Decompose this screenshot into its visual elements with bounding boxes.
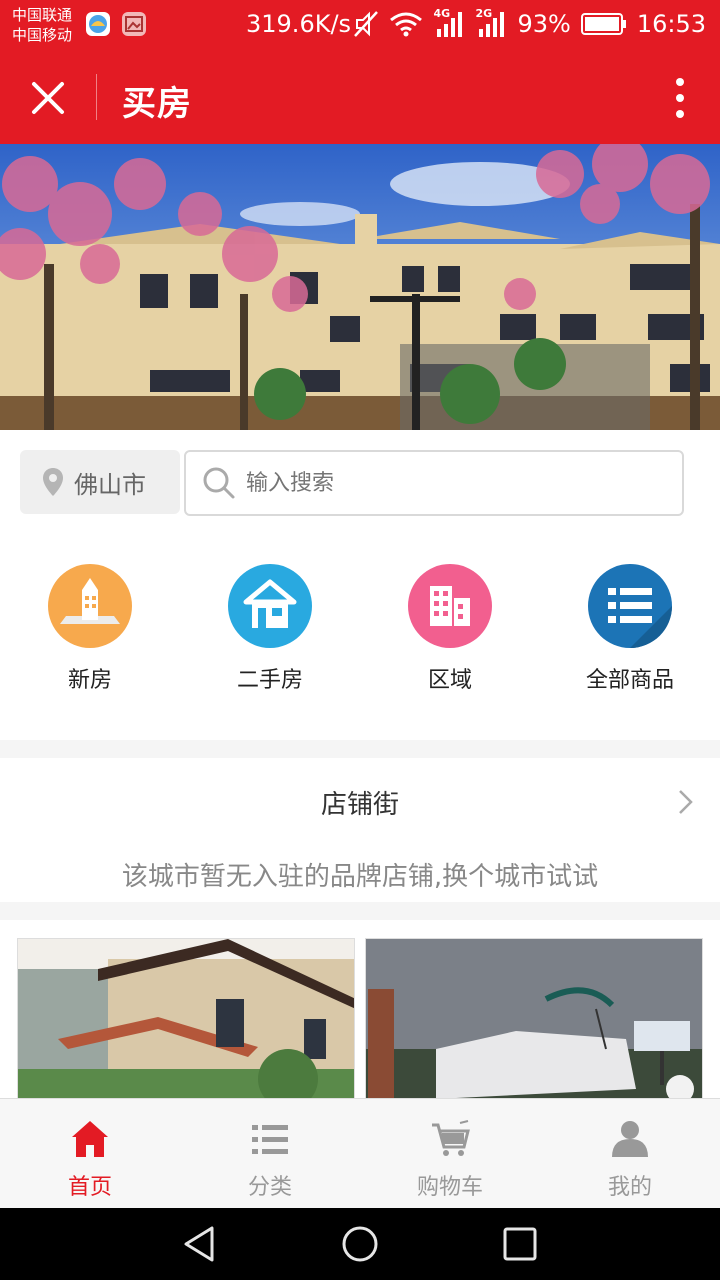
battery-icon	[580, 12, 627, 36]
tab-label: 购物车	[416, 1175, 483, 1200]
shop-street-section: 店铺街 该城市暂无入驻的品牌店铺,换个城市试试	[0, 758, 720, 902]
page-title: 买房	[122, 84, 192, 124]
location-pin-icon	[43, 468, 63, 496]
tab-label: 我的	[607, 1175, 652, 1200]
tab-label: 分类	[247, 1175, 292, 1200]
clock: 16:53	[636, 10, 706, 38]
home-circle-icon[interactable]	[340, 1224, 380, 1264]
quick-entry-label: 二手房	[236, 668, 303, 693]
property-card[interactable]	[365, 938, 703, 1100]
tab-cart[interactable]: 购物车	[360, 1099, 540, 1209]
city-blocks-icon	[408, 564, 492, 648]
recents-icon[interactable]	[500, 1224, 540, 1264]
quick-entry-label: 全部商品	[585, 668, 674, 693]
category-list-icon	[252, 1125, 288, 1154]
search-section: 佛山市 新房	[0, 430, 720, 740]
tab-category[interactable]: 分类	[180, 1099, 360, 1209]
house-icon	[228, 564, 312, 648]
property-cards	[0, 920, 720, 1110]
network-speed: 319.6K/s	[246, 10, 352, 38]
property-photo	[18, 939, 354, 1099]
signal-2g-icon: 2G	[475, 7, 507, 39]
cart-icon	[432, 1120, 470, 1156]
signal-4g-icon: 4G	[433, 7, 465, 39]
carrier-1: 中国联通	[12, 6, 73, 24]
quick-entry-all-products[interactable]: 全部商品	[540, 564, 720, 694]
screen: 中国联通 中国移动 319.6K/s 4G 2G 93% 16:53 买房 佛山…	[0, 0, 720, 1280]
user-icon	[612, 1121, 648, 1157]
more-vertical-icon[interactable]	[670, 74, 690, 122]
browser-notification-icon	[86, 12, 110, 36]
back-icon[interactable]	[180, 1224, 220, 1264]
list-icon	[588, 564, 672, 648]
shop-street-title[interactable]: 店铺街	[0, 784, 720, 821]
property-card[interactable]	[17, 938, 355, 1100]
carrier-info: 中国联通 中国移动	[12, 5, 72, 45]
tab-label: 首页	[67, 1175, 112, 1200]
mute-icon	[354, 11, 379, 37]
city-name: 佛山市	[74, 470, 146, 499]
quick-entry-label: 新房	[67, 668, 112, 693]
wifi-icon	[390, 12, 423, 37]
battery-percent: 93%	[517, 10, 571, 38]
tab-mine[interactable]: 我的	[540, 1099, 720, 1209]
property-photo	[366, 939, 702, 1099]
shop-street-empty-message: 该城市暂无入驻的品牌店铺,换个城市试试	[121, 862, 599, 892]
app-bar: 买房	[0, 48, 720, 144]
bottom-tab-bar: 首页 分类 购物车 我的	[0, 1098, 720, 1208]
hero-banner-image[interactable]	[0, 144, 720, 430]
gallery-notification-icon	[122, 12, 146, 36]
chevron-right-icon[interactable]	[676, 788, 696, 816]
quick-entry-region[interactable]: 区域	[360, 564, 540, 694]
quick-entry-new-house[interactable]: 新房	[0, 564, 180, 694]
search-input[interactable]	[246, 470, 666, 496]
building-icon	[48, 564, 132, 648]
home-icon	[72, 1121, 108, 1157]
status-bar: 中国联通 中国移动 319.6K/s 4G 2G 93% 16:53	[0, 0, 720, 48]
search-icon	[203, 467, 235, 499]
search-box[interactable]	[184, 450, 684, 516]
carrier-2: 中国移动	[12, 26, 73, 44]
quick-entry-label: 区域	[427, 668, 472, 693]
quick-entry-second-hand[interactable]: 二手房	[180, 564, 360, 694]
city-selector-button[interactable]: 佛山市	[20, 450, 180, 514]
system-navigation-bar	[0, 1208, 720, 1280]
app-bar-divider	[96, 74, 97, 120]
tab-home[interactable]: 首页	[0, 1099, 180, 1209]
close-icon[interactable]	[26, 76, 70, 120]
